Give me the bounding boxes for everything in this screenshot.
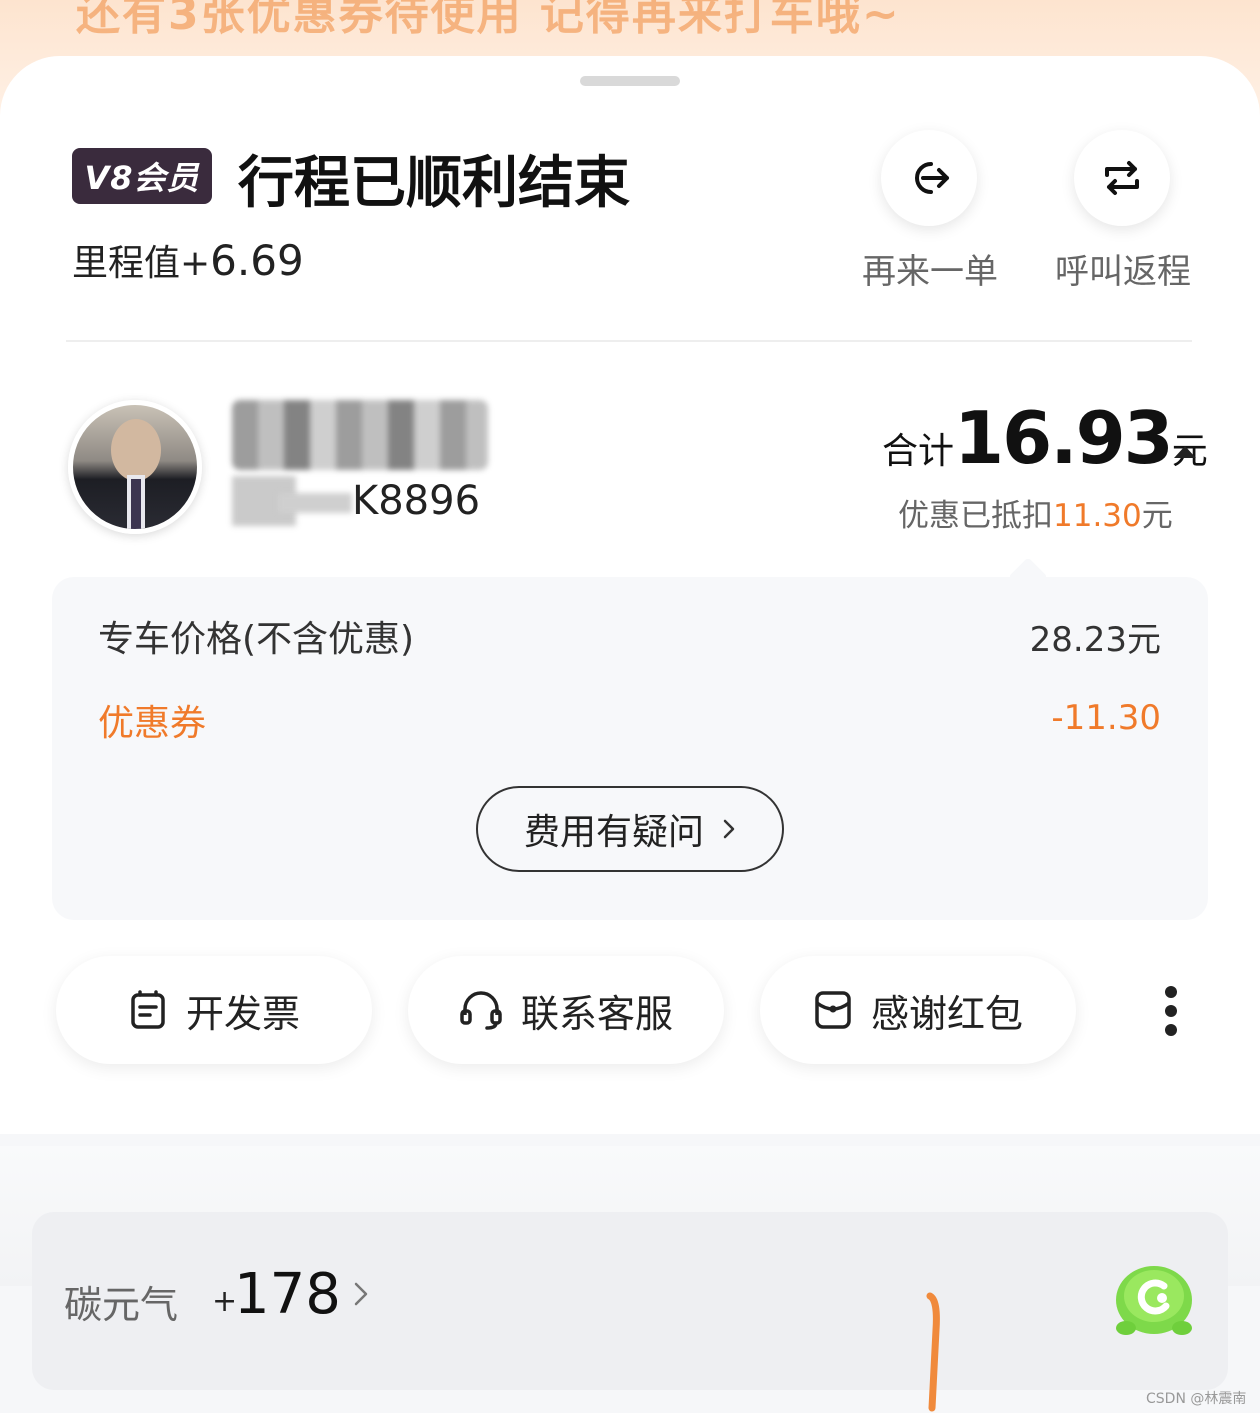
total-label: 合计: [882, 431, 955, 472]
invoice-icon: [131, 990, 165, 1029]
driver-name-redacted: [232, 400, 488, 470]
chevron-right-icon[interactable]: [352, 1280, 370, 1308]
watermark: CSDN @林震南: [1146, 1391, 1247, 1407]
coupon-row-label: 优惠券: [98, 703, 207, 744]
headset-icon: [460, 991, 502, 1030]
drag-handle[interactable]: [580, 76, 680, 86]
fee-question-button[interactable]: 费用有疑问: [476, 786, 784, 872]
banner-text: 还有3张优惠券待使用 记得再来打车哦~: [76, 0, 901, 40]
carbon-mascot-icon[interactable]: [1112, 1260, 1196, 1340]
price-row-value: 28.23元: [1029, 620, 1161, 660]
exit-arrow-icon: [915, 162, 949, 194]
collapse-caret-icon[interactable]: [1174, 446, 1196, 458]
red-packet-icon: [815, 991, 851, 1029]
discount-summary: 优惠已抵扣11.30元: [898, 490, 1173, 535]
carbon-value: 178: [234, 1262, 341, 1327]
plate-suffix: K8896: [352, 478, 481, 524]
order-again-label[interactable]: 再来一单: [830, 244, 1030, 293]
chevron-right-icon: [723, 819, 735, 839]
customer-service-button[interactable]: 联系客服: [408, 956, 724, 1064]
price-row-label: 专车价格(不含优惠): [98, 619, 415, 660]
call-return-button[interactable]: [1074, 130, 1170, 226]
discount-prefix: 优惠已抵扣: [898, 498, 1053, 534]
mileage-label: 里程值+: [72, 243, 211, 284]
discount-unit: 元: [1141, 498, 1173, 534]
carbon-label: 碳元气: [64, 1283, 179, 1327]
page-title: 行程已顺利结束: [238, 151, 630, 216]
divider: [66, 340, 1192, 342]
invoice-button[interactable]: 开发票: [56, 956, 372, 1064]
thanks-redpacket-button[interactable]: 感谢红包: [760, 956, 1076, 1064]
driver-avatar[interactable]: [68, 400, 202, 534]
round-trip-icon: [1105, 161, 1139, 195]
order-again-button[interactable]: [881, 130, 977, 226]
thanks-redpacket-label: 感谢红包: [870, 991, 1023, 1036]
fee-question-label: 费用有疑问: [523, 812, 704, 853]
mileage-text: 里程值+6.69: [72, 234, 304, 286]
fare-total[interactable]: 合计 16.93 元: [882, 396, 1208, 480]
invoice-label: 开发票: [185, 991, 300, 1036]
call-return-label[interactable]: 呼叫返程: [1023, 244, 1223, 293]
more-icon[interactable]: [1160, 986, 1182, 1036]
customer-service-label: 联系客服: [520, 991, 673, 1036]
mileage-value: 6.69: [210, 236, 304, 285]
orange-pen-stroke: [926, 1292, 940, 1412]
coupon-row-value: -11.30: [1051, 698, 1161, 738]
plate-number: K8896: [278, 478, 480, 524]
total-amount: 16.93: [954, 396, 1174, 480]
vip-badge: V8会员: [72, 148, 212, 204]
discount-amount: 11.30: [1053, 498, 1142, 534]
